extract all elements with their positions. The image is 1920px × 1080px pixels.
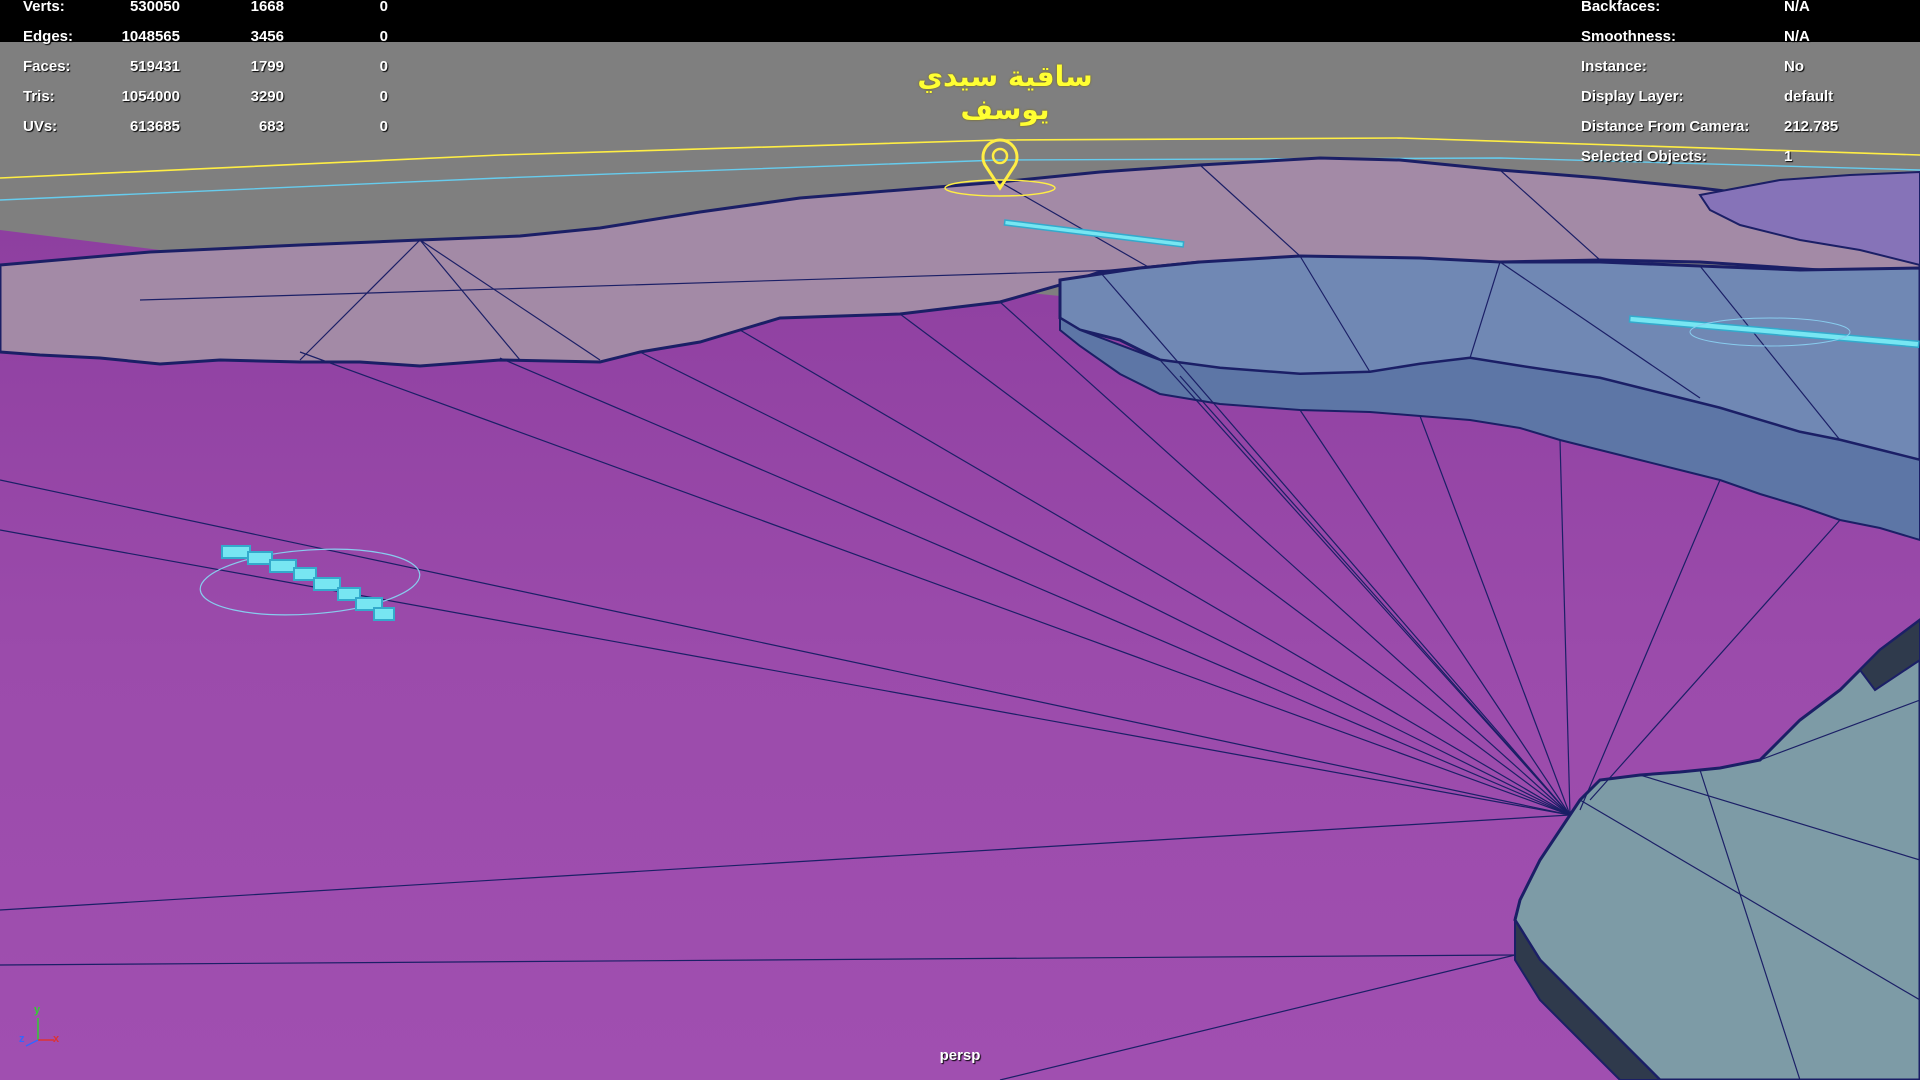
info-label-distance: Distance From Camera: (1581, 118, 1750, 135)
stat-tris-components: 0 (379, 88, 388, 105)
axis-x-label: x (53, 1033, 60, 1045)
stat-faces-selected: 1799 (250, 58, 284, 75)
info-value-backfaces: N/A (1784, 0, 1810, 15)
stat-tris-total: 1054000 (121, 88, 180, 105)
stat-tris-selected: 3290 (250, 88, 284, 105)
stat-edges-total: 1048565 (121, 28, 180, 45)
stat-edges-components: 0 (379, 28, 388, 45)
stat-uvs-components: 0 (379, 118, 388, 135)
stat-label-faces: Faces: (23, 58, 71, 75)
info-value-display-layer: default (1784, 88, 1834, 105)
stat-verts-selected: 1668 (250, 0, 284, 15)
stat-faces-total: 519431 (129, 58, 180, 75)
info-label-instance: Instance: (1581, 58, 1647, 75)
info-label-selected-objects: Selected Objects: (1581, 148, 1707, 165)
stat-label-uvs: UVs: (23, 118, 58, 135)
info-value-distance: 212.785 (1784, 118, 1839, 135)
place-label: ساقية سيدي يوسف (917, 60, 1093, 126)
axis-z-label: z (19, 1033, 25, 1045)
info-value-instance: No (1784, 58, 1804, 75)
stat-label-edges: Edges: (23, 28, 74, 45)
info-label-backfaces: Backfaces: (1581, 0, 1661, 15)
stat-verts-components: 0 (379, 0, 388, 15)
camera-name-label: persp (939, 1047, 981, 1064)
stat-label-verts: Verts: (23, 0, 65, 15)
maya-viewport[interactable]: ساقية سيدي يوسف Verts: 530050 1668 0 Edg… (0, 0, 1920, 1080)
info-label-smoothness: Smoothness: (1581, 28, 1677, 45)
info-value-smoothness: N/A (1784, 28, 1810, 45)
stat-verts-total: 530050 (129, 0, 180, 15)
stat-uvs-selected: 683 (258, 118, 284, 135)
info-value-selected-objects: 1 (1784, 148, 1793, 165)
stat-label-tris: Tris: (23, 88, 55, 105)
stat-faces-components: 0 (379, 58, 388, 75)
stat-uvs-total: 613685 (129, 118, 180, 135)
info-label-display-layer: Display Layer: (1581, 88, 1684, 105)
axis-y-label: y (34, 1004, 41, 1016)
stat-edges-selected: 3456 (250, 28, 284, 45)
